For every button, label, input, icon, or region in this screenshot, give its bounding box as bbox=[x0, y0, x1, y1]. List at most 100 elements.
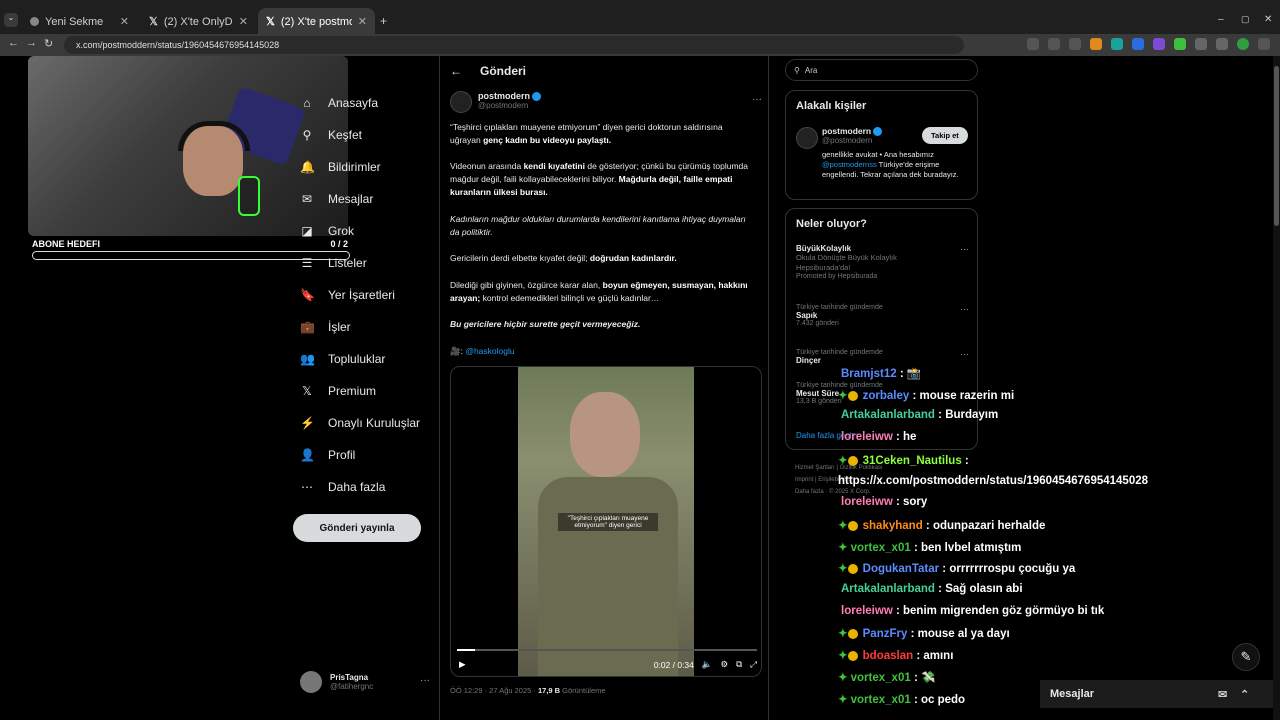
chat-username[interactable]: vortex_x01 bbox=[851, 672, 911, 684]
chat-username[interactable]: Artakalanlarband bbox=[841, 409, 935, 421]
back-icon[interactable]: ← bbox=[8, 37, 19, 49]
trend-item[interactable]: Türkiye tarihinde gündemde Dinçer ··· bbox=[796, 349, 969, 365]
extension-green-icon[interactable] bbox=[1174, 38, 1186, 50]
chat-message: ✦ vortex_x01 : oc pedo bbox=[838, 692, 965, 706]
sidebar-item-listeler[interactable]: ☰ Listeler bbox=[300, 256, 367, 270]
window-minimize-button[interactable]: – bbox=[1218, 14, 1224, 25]
chat-username[interactable]: 31Ceken_Nautilus bbox=[863, 455, 962, 467]
sidebar-item-premium[interactable]: 𝕏 Premium bbox=[300, 384, 376, 398]
cast-icon[interactable] bbox=[1027, 38, 1039, 50]
download-icon[interactable] bbox=[1216, 38, 1228, 50]
verified-badge-icon bbox=[532, 92, 542, 102]
fullscreen-icon[interactable]: ⤢ bbox=[750, 659, 757, 670]
chat-colon: : bbox=[934, 583, 946, 595]
more-icon[interactable]: ··· bbox=[960, 244, 969, 254]
post-button[interactable]: Gönderi yayınla bbox=[293, 514, 421, 542]
new-tab-button[interactable]: + bbox=[380, 14, 387, 28]
chat-text: amını bbox=[923, 650, 954, 663]
video-player[interactable]: "Teşhirci çıplakları muayene etmiyorum" … bbox=[450, 366, 762, 677]
chat-username[interactable]: DogukanTatar bbox=[863, 563, 939, 575]
puzzle-icon[interactable] bbox=[1195, 38, 1207, 50]
reload-icon[interactable]: ↻ bbox=[44, 37, 53, 50]
more-icon[interactable]: ··· bbox=[960, 304, 969, 314]
expand-icon[interactable]: ⌃ bbox=[1240, 688, 1249, 701]
close-icon[interactable]: ✕ bbox=[239, 15, 248, 28]
sidebar-item-anasayfa[interactable]: ⌂ Anasayfa bbox=[300, 96, 378, 110]
sidebar-item-onayl-kurulu-lar[interactable]: ⚡ Onaylı Kuruluşlar bbox=[300, 416, 420, 430]
volume-icon[interactable]: 🔈 bbox=[702, 659, 713, 670]
chat-message: ✦ vortex_x01 : 💸 bbox=[838, 670, 935, 684]
extension-purple-icon[interactable] bbox=[1153, 38, 1165, 50]
chat-colon: : bbox=[892, 431, 904, 444]
tab-postmoderrn[interactable]: 𝕏 (2) X'te postmoderrn: ""Teşhirci ✕ bbox=[258, 8, 375, 35]
sidebar-item-ke-fet[interactable]: ⚲ Keşfet bbox=[300, 128, 362, 142]
mention-link[interactable]: @haskologlu bbox=[465, 346, 514, 356]
sidebar-item-i-ler[interactable]: 💼 İşler bbox=[300, 320, 351, 334]
sidebar-item-mesajlar[interactable]: ✉ Mesajlar bbox=[300, 192, 373, 206]
sidebar-item-grok[interactable]: ◪ Grok bbox=[300, 224, 354, 238]
follow-button[interactable]: Takip et bbox=[922, 127, 968, 144]
chat-username[interactable]: Artakalanlarband bbox=[841, 583, 935, 595]
forward-icon[interactable]: → bbox=[26, 37, 37, 49]
chat-username[interactable]: vortex_x01 bbox=[851, 542, 911, 554]
chat-username[interactable]: loreleiww bbox=[841, 605, 893, 617]
account-switcher[interactable]: PrisTagna @fatihergnc ··· bbox=[300, 671, 430, 693]
post-timestamp[interactable]: ÖÖ 12:29 · 27 Ağu 2025 · bbox=[450, 686, 538, 695]
settings-icon[interactable]: ⚙ bbox=[720, 659, 728, 670]
bookmark-star-icon[interactable] bbox=[1069, 38, 1081, 50]
extension-orange-icon[interactable] bbox=[1090, 38, 1102, 50]
trend-title: Dinçer bbox=[796, 356, 821, 365]
sidebar-item-profil[interactable]: 👤 Profil bbox=[300, 448, 355, 462]
x-logo-icon: 𝕏 bbox=[302, 384, 312, 398]
new-message-icon[interactable]: ✉ bbox=[1218, 688, 1227, 701]
sidebar-item-daha-fazla[interactable]: ⋯ Daha fazla bbox=[300, 480, 385, 494]
close-icon[interactable]: ✕ bbox=[358, 15, 367, 28]
page-scrollbar[interactable] bbox=[1273, 56, 1280, 720]
play-icon[interactable]: ▶ bbox=[459, 659, 466, 670]
back-arrow-icon[interactable]: ← bbox=[450, 64, 462, 78]
trend-posts: 7.432 gönderi bbox=[796, 320, 839, 327]
more-icon[interactable]: ··· bbox=[960, 349, 969, 359]
post-author[interactable]: postmodern @postmodern bbox=[450, 91, 542, 113]
sidebar-item-yer-i-aretleri[interactable]: 🔖 Yer İşaretleri bbox=[300, 288, 395, 302]
menu-icon[interactable] bbox=[1258, 38, 1270, 50]
sidebar-item-topluluklar[interactable]: 👥 Topluluklar bbox=[300, 352, 385, 366]
chat-text: 📸 bbox=[906, 368, 922, 380]
chat-username[interactable]: loreleiww bbox=[841, 496, 893, 508]
chat-username[interactable]: shakyhand bbox=[863, 520, 923, 532]
chat-username[interactable]: PanzFry bbox=[863, 628, 908, 640]
author-avatar[interactable] bbox=[450, 91, 472, 113]
trend-item[interactable]: Türkiye tarihinde gündemde Sapık 7.432 g… bbox=[796, 304, 969, 327]
close-icon[interactable]: ✕ bbox=[120, 15, 129, 28]
profile-avatar-icon[interactable] bbox=[1237, 38, 1249, 50]
search-input[interactable]: ⚲ Ara bbox=[785, 59, 978, 81]
chat-username[interactable]: zorbaley bbox=[863, 390, 910, 402]
more-icon[interactable]: ··· bbox=[420, 675, 430, 686]
view-label: Görüntüleme bbox=[560, 686, 606, 695]
tab-new-tab[interactable]: Yeni Sekme ✕ bbox=[22, 8, 137, 35]
url-field[interactable]: x.com/postmoddern/status/196045467695414… bbox=[64, 36, 964, 54]
window-restore-button[interactable]: ▢ bbox=[1241, 14, 1250, 25]
chat-username[interactable]: bdoaslan bbox=[863, 650, 913, 662]
video-progress-bar[interactable] bbox=[457, 649, 757, 651]
trend-item[interactable]: BüyükKolaylık Okula Dönüşte Büyük Kolayl… bbox=[796, 244, 969, 280]
bio-mention[interactable]: @postmodernss bbox=[822, 160, 877, 169]
compose-fab-icon[interactable]: ✎ bbox=[1232, 643, 1260, 671]
extension-teal-icon[interactable] bbox=[1111, 38, 1123, 50]
scrollbar-thumb[interactable] bbox=[1274, 66, 1279, 226]
tab-list-button[interactable]: ⌄ bbox=[4, 13, 18, 27]
post-more-icon[interactable]: ··· bbox=[752, 94, 762, 105]
chat-username[interactable]: vortex_x01 bbox=[851, 694, 911, 706]
window-close-button[interactable]: ✕ bbox=[1264, 14, 1272, 25]
avatar[interactable] bbox=[796, 127, 818, 149]
sidebar-item-label: Onaylı Kuruluşlar bbox=[328, 416, 421, 430]
related-name[interactable]: postmodern bbox=[822, 126, 871, 136]
chat-username[interactable]: Bramjst12 bbox=[841, 368, 897, 380]
sidebar-item-bildirimler[interactable]: 🔔 Bildirimler bbox=[300, 160, 381, 174]
messages-drawer[interactable]: Mesajlar ✉ ⌃ bbox=[1040, 680, 1280, 708]
tab-onlydrama[interactable]: 𝕏 (2) X'te OnlyDrama: "Miranda, İ ✕ bbox=[141, 8, 256, 35]
extension-blue-icon[interactable] bbox=[1132, 38, 1144, 50]
chat-username[interactable]: loreleiww bbox=[841, 431, 893, 443]
zoom-icon[interactable] bbox=[1048, 38, 1060, 50]
pip-icon[interactable]: ⧉ bbox=[736, 659, 742, 670]
